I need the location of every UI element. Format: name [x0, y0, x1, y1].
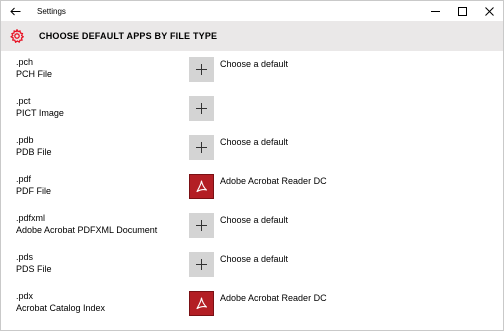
default-app-button[interactable] [189, 174, 214, 199]
file-extension: .pch [16, 57, 34, 67]
plus-icon [196, 103, 207, 114]
file-extension: .pdb [16, 135, 34, 145]
close-button[interactable] [476, 1, 503, 21]
choose-default-button[interactable] [189, 135, 214, 160]
file-extension: .pds [16, 252, 34, 262]
choose-default-button[interactable] [189, 252, 214, 277]
file-description: Acrobat Catalog Index [16, 303, 106, 313]
default-app-label[interactable]: Choose a default [220, 59, 288, 69]
file-extension: .pdx [16, 291, 34, 301]
default-app-label[interactable]: Adobe Acrobat Reader DC [220, 293, 327, 303]
maximize-icon [458, 6, 467, 16]
minimize-icon [431, 10, 440, 12]
file-description: PDB File [16, 147, 52, 157]
window-title: Settings [37, 6, 66, 16]
choose-default-button[interactable] [189, 57, 214, 82]
file-description: PDF File [16, 186, 52, 196]
acrobat-icon [196, 297, 208, 310]
plus-icon [196, 64, 207, 75]
gear-icon [10, 29, 24, 43]
choose-default-button[interactable] [189, 213, 214, 238]
page-header: CHOOSE DEFAULT APPS BY FILE TYPE [1, 21, 503, 51]
file-description: PICT Image [16, 108, 64, 118]
default-app-label[interactable]: Adobe Acrobat Reader DC [220, 176, 327, 186]
list-item: .pdb PDB File Choose a default [1, 135, 503, 174]
list-item: .pct PICT Image [1, 96, 503, 135]
plus-icon [196, 259, 207, 270]
acrobat-icon [196, 180, 208, 193]
file-description: PDS File [16, 264, 52, 274]
list-item: .pch PCH File Choose a default [1, 57, 503, 96]
list-item: .pds PDS File Choose a default [1, 252, 503, 291]
title-bar: Settings [1, 1, 503, 21]
file-extension: .pdf [16, 174, 32, 184]
file-extension: .pdfxml [16, 213, 46, 223]
page-title: CHOOSE DEFAULT APPS BY FILE TYPE [39, 31, 218, 41]
plus-icon [196, 220, 207, 231]
back-arrow-icon [9, 7, 20, 15]
file-description: PCH File [16, 69, 53, 79]
plus-icon [196, 142, 207, 153]
back-button[interactable] [1, 1, 29, 21]
list-item: .pdx Acrobat Catalog Index Adobe Acrobat… [1, 291, 503, 330]
default-app-label[interactable]: Choose a default [220, 254, 288, 264]
minimize-button[interactable] [422, 1, 449, 21]
maximize-button[interactable] [449, 1, 476, 21]
choose-default-button[interactable] [189, 96, 214, 121]
default-app-button[interactable] [189, 291, 214, 316]
file-description: Adobe Acrobat PDFXML Document [16, 225, 158, 235]
window-controls [422, 1, 503, 21]
default-app-label[interactable]: Choose a default [220, 137, 288, 147]
file-extension: .pct [16, 96, 31, 106]
default-app-label[interactable]: Choose a default [220, 215, 288, 225]
settings-window: Settings CHOOSE DEFAULT APPS BY FILE TYP… [0, 0, 504, 331]
close-icon [485, 6, 494, 16]
list-item: .pdf PDF File Adobe Acrobat Reader DC [1, 174, 503, 213]
list-item: .pdfxml Adobe Acrobat PDFXML Document Ch… [1, 213, 503, 252]
